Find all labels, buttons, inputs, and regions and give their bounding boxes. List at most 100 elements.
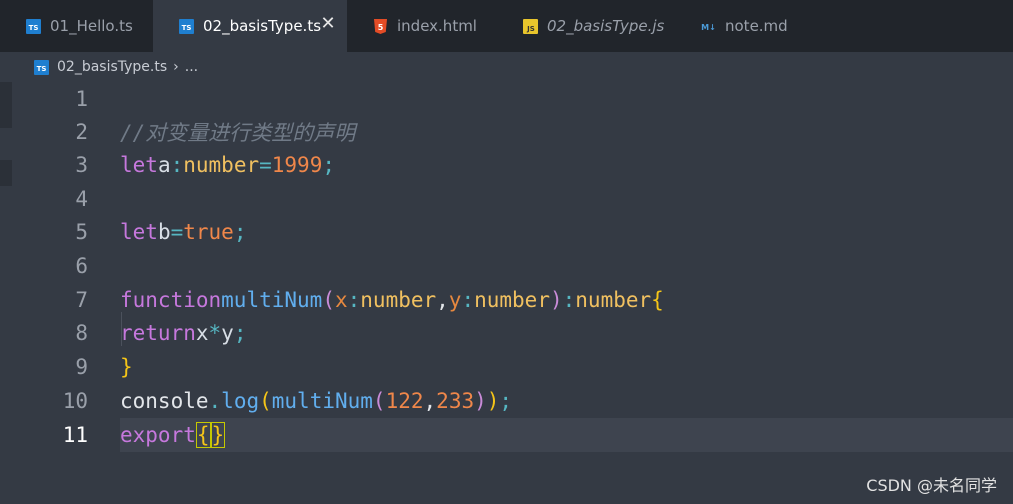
function-name-token: multiNum (221, 288, 323, 312)
svg-text:TS: TS (29, 24, 39, 32)
paren-token: ) (486, 389, 500, 413)
code-line: 7 function multiNum(x: number, y: number): n… (0, 283, 1013, 317)
code-line: 5 let b = true; (0, 215, 1013, 249)
svg-text:M↓: M↓ (701, 23, 716, 32)
param-token: x (334, 288, 348, 312)
number-token: 1999 (271, 153, 323, 177)
tab-label: 01_Hello.ts (50, 17, 133, 35)
line-number: 11 (62, 423, 88, 447)
object-token: console (120, 389, 209, 413)
operator-token: = (259, 153, 272, 177)
code-content[interactable] (120, 82, 1013, 116)
tab-label: note.md (725, 17, 788, 35)
code-content[interactable]: let b = true; (120, 215, 1013, 249)
boolean-token: true (183, 220, 234, 244)
line-number: 6 (75, 254, 88, 278)
line-number: 10 (62, 389, 88, 413)
code-line: 1 (0, 82, 1013, 116)
typescript-file-icon: TS (34, 59, 49, 75)
comma-token: , (436, 288, 449, 312)
semicolon-token: ; (233, 321, 247, 345)
variable-token: y (221, 321, 234, 345)
close-icon[interactable]: ✕ (319, 15, 337, 33)
tab-label: index.html (397, 17, 477, 35)
code-comment: //对变量进行类型的声明 (120, 121, 356, 145)
code-line: 3 let a: number = 1999; (0, 148, 1013, 182)
breadcrumb: TS 02_basisType.ts › ... (0, 52, 1013, 82)
variable-token: b (157, 220, 171, 244)
keyword-token: function (120, 288, 222, 312)
code-content[interactable]: let a: number = 1999; (120, 148, 1013, 182)
keyword-token: export (120, 423, 196, 447)
line-number: 5 (75, 220, 88, 244)
paren-token: ) (474, 389, 487, 413)
svg-text:TS: TS (182, 24, 192, 32)
line-number: 8 (75, 321, 88, 345)
tab-index-html[interactable]: 5 index.html (347, 0, 497, 52)
code-content[interactable]: console. log(multiNum(122, 233)); (120, 384, 1013, 418)
keyword-token: return (120, 321, 196, 345)
operator-token: = (170, 220, 184, 244)
breadcrumb-file[interactable]: 02_basisType.ts (57, 59, 167, 75)
line-number: 2 (75, 120, 88, 144)
number-token: 233 (436, 389, 475, 413)
code-content[interactable]: function multiNum(x: number, y: number): num… (120, 283, 1013, 317)
svg-text:TS: TS (37, 65, 47, 73)
colon-token: : (562, 288, 576, 312)
line-number: 1 (75, 87, 88, 111)
paren-token: ( (372, 389, 386, 413)
chevron-right-icon: › (173, 59, 179, 75)
comma-token: , (423, 389, 437, 413)
method-token: log (221, 389, 260, 413)
tab-label: 02_basisType.ts (203, 17, 322, 35)
param-token: y (448, 288, 462, 312)
line-number: 3 (75, 153, 88, 177)
colon-token: : (347, 288, 361, 312)
code-content[interactable] (120, 249, 1013, 283)
variable-token: x (195, 321, 209, 345)
code-content[interactable]: return x * y; (120, 316, 1013, 350)
typescript-file-icon: TS (26, 18, 41, 34)
watermark: CSDN @未名同学 (866, 476, 997, 495)
indent-guide (121, 312, 122, 346)
code-content[interactable] (120, 182, 1013, 216)
colon-token: : (461, 288, 475, 312)
tab-02-basistype-js[interactable]: JS 02_basisType.js (497, 0, 675, 52)
line-number: 4 (75, 187, 88, 211)
dot-token: . (208, 389, 222, 413)
breadcrumb-ellipsis[interactable]: ... (185, 59, 198, 75)
keyword-token: let (120, 153, 158, 177)
semicolon-token: ; (233, 220, 247, 244)
code-content[interactable]: //对变量进行类型的声明 (120, 115, 1013, 149)
svg-text:JS: JS (526, 25, 535, 33)
colon-token: : (170, 153, 184, 177)
variable-token: a (157, 153, 171, 177)
semicolon-token: ; (499, 389, 513, 413)
code-content[interactable]: } (120, 350, 1013, 384)
keyword-token: let (120, 220, 158, 244)
code-content[interactable]: export{} (120, 418, 1013, 452)
line-number: 7 (75, 288, 88, 312)
tab-note-md[interactable]: M↓ note.md (675, 0, 835, 52)
tab-bar: TS 01_Hello.ts TS 02_basisType.ts ✕ 5 in… (0, 0, 1013, 52)
typescript-file-icon: TS (179, 18, 194, 34)
semicolon-token: ; (322, 153, 335, 177)
tab-02-basistype-ts[interactable]: TS 02_basisType.ts ✕ (153, 0, 347, 52)
paren-token: ( (259, 389, 272, 413)
html-file-icon: 5 (373, 18, 388, 34)
paren-token: ( (322, 288, 335, 312)
code-editor[interactable]: 1 2 //对变量进行类型的声明 3 let a: number = 1999; 4 … (0, 82, 1013, 504)
javascript-file-icon: JS (523, 18, 538, 34)
svg-text:5: 5 (378, 23, 384, 32)
type-token: number (360, 288, 437, 312)
brace-token: } (120, 355, 133, 379)
brace-token: { (196, 423, 210, 447)
tab-label: 02_basisType.js (547, 17, 665, 35)
code-line: 9 } (0, 350, 1013, 384)
operator-token: * (208, 321, 222, 345)
code-line-current: 11 export{} (0, 418, 1013, 452)
editor-window: TS 01_Hello.ts TS 02_basisType.ts ✕ 5 in… (0, 0, 1013, 504)
tab-01-hello-ts[interactable]: TS 01_Hello.ts (0, 0, 153, 52)
brace-token: { (651, 288, 664, 312)
code-line: 10 console. log(multiNum(122, 233)); (0, 384, 1013, 418)
